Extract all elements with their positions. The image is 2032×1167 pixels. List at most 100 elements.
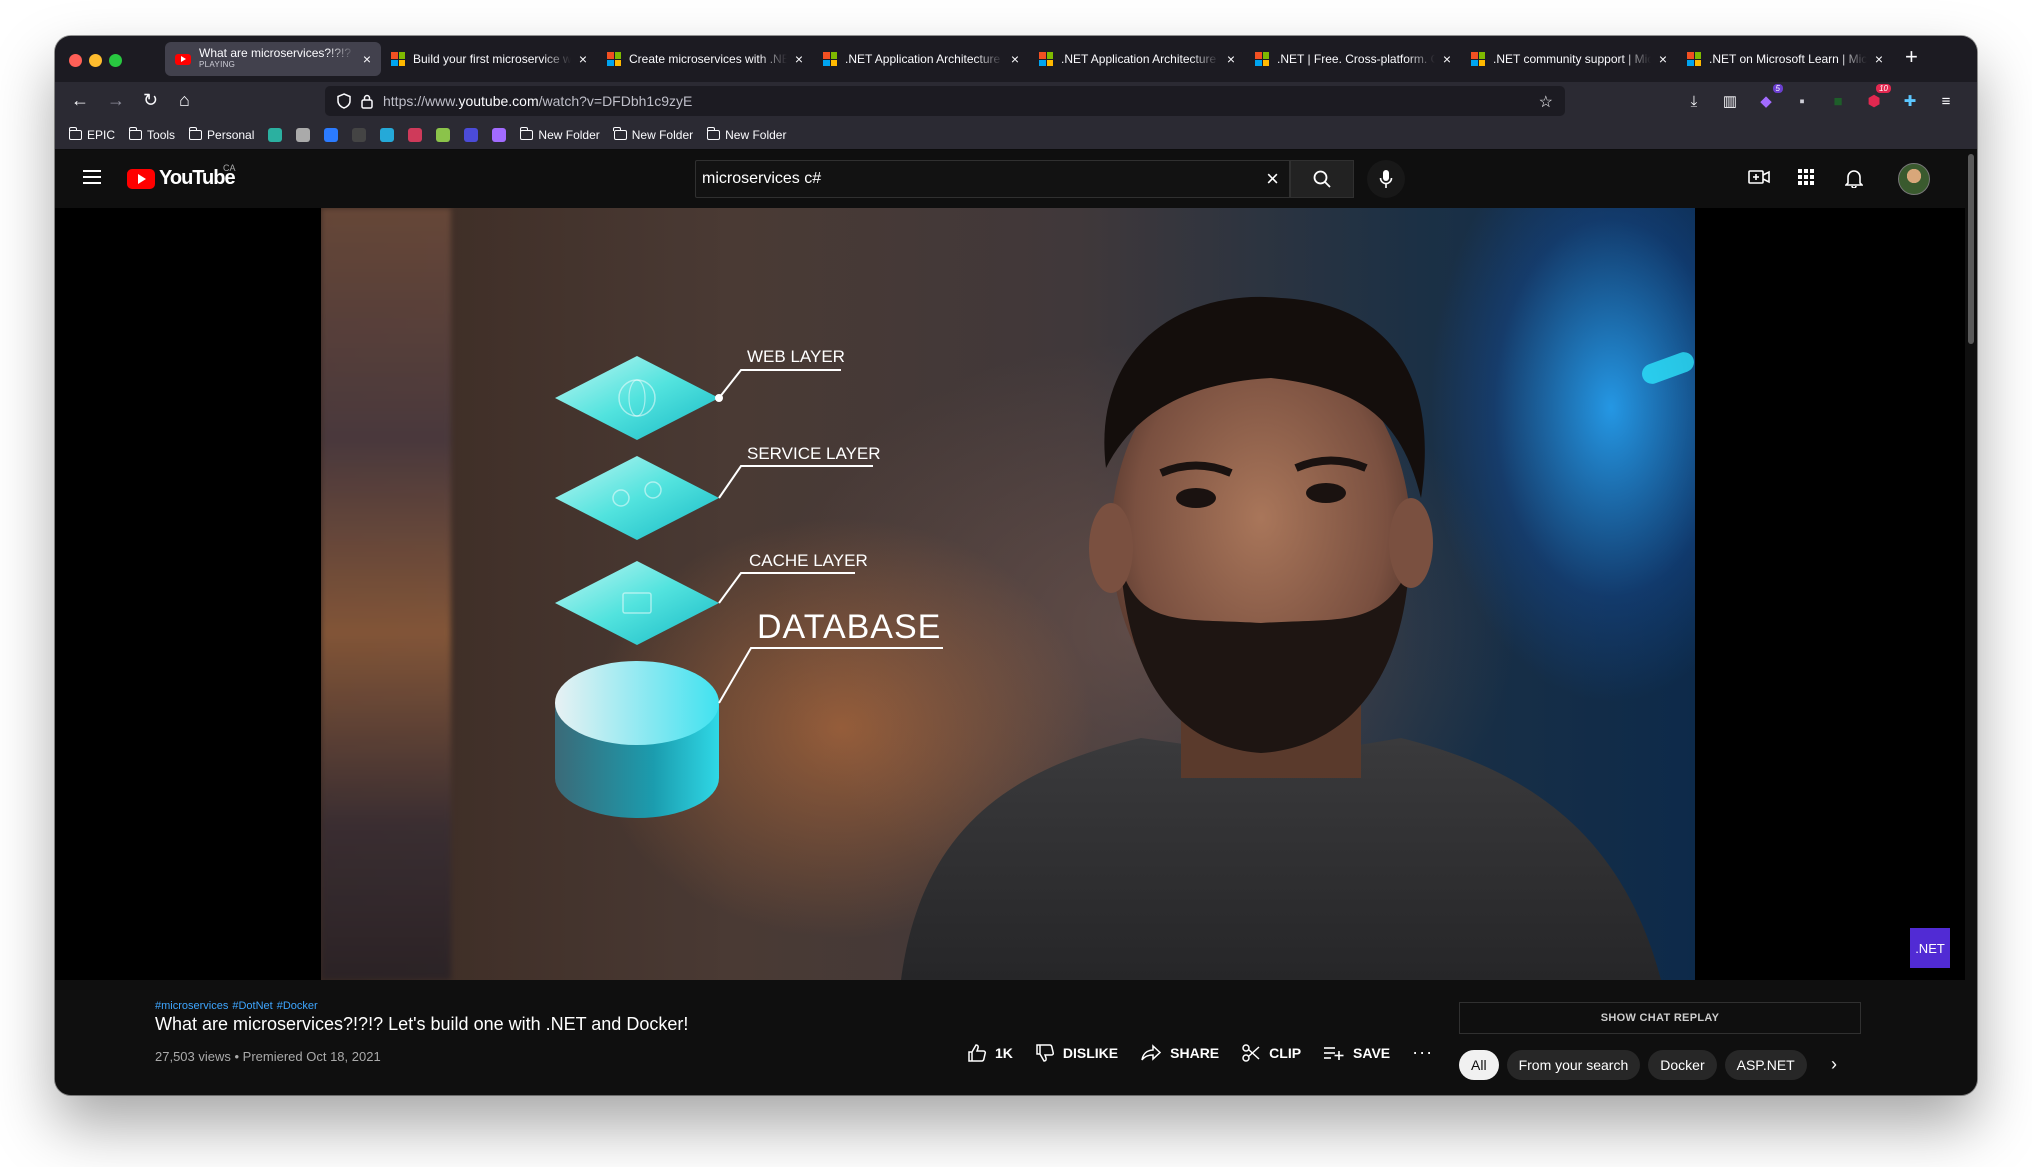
close-tab-icon[interactable]: × xyxy=(1227,51,1235,67)
chip-aspnet[interactable]: ASP.NET xyxy=(1724,1050,1807,1080)
save-button[interactable]: SAVE xyxy=(1323,1045,1390,1061)
bookmark-folder[interactable]: EPIC xyxy=(68,126,115,142)
tab-title: .NET | Free. Cross-platform. Open Source… xyxy=(1277,52,1435,66)
create-video-icon[interactable] xyxy=(1748,168,1770,192)
bookmark-star-icon[interactable]: ☆ xyxy=(1539,92,1553,112)
address-bar[interactable]: https://www.youtube.com/watch?v=DFDbh1c9… xyxy=(325,86,1565,116)
bookmarks-bar: EPIC Tools Personal New Folder New Folder New… xyxy=(55,120,1977,150)
bookmark-label: Tools xyxy=(147,127,176,142)
like-button[interactable]: 1K xyxy=(967,1043,1013,1063)
close-tab-icon[interactable]: × xyxy=(1875,51,1883,67)
clip-button[interactable]: CLIP xyxy=(1241,1043,1301,1063)
bookmark-shortcut[interactable] xyxy=(464,127,479,142)
bookmark-folder[interactable]: New Folder xyxy=(706,126,786,142)
close-tab-icon[interactable]: × xyxy=(363,51,371,67)
browser-tab[interactable]: .NET | Free. Cross-platform. Open Source… xyxy=(1245,42,1461,76)
share-label: SHARE xyxy=(1170,1044,1220,1061)
app-menu-icon[interactable]: ≡ xyxy=(1937,93,1955,110)
bookmark-folder[interactable]: New Folder xyxy=(519,126,600,142)
close-tab-icon[interactable]: × xyxy=(1659,51,1667,67)
bookmark-folder[interactable]: New Folder xyxy=(613,126,693,142)
show-chat-replay-button[interactable]: SHOW CHAT REPLAY xyxy=(1459,1002,1861,1034)
tab-title: Create microservices with .NET and ASP.N… xyxy=(629,52,787,66)
shield-icon[interactable] xyxy=(337,93,351,109)
extension-puzzle-icon[interactable]: ✚ xyxy=(1901,92,1919,110)
back-button[interactable]: ← xyxy=(71,90,89,110)
bookmark-folder[interactable]: Tools xyxy=(128,126,176,142)
notifications-bell-icon[interactable] xyxy=(1844,168,1864,194)
extension-green-icon[interactable]: ■ xyxy=(1829,93,1847,110)
adblock-icon[interactable]: ⬢ 10 xyxy=(1865,84,1891,110)
page-scrollbar[interactable] xyxy=(1965,150,1977,1095)
extension-dots-icon[interactable]: ▪ xyxy=(1793,93,1811,110)
lock-icon[interactable] xyxy=(361,94,373,109)
scrollbar-thumb[interactable] xyxy=(1968,154,1974,344)
bookmark-favicon-icon xyxy=(408,127,423,142)
reload-button[interactable]: ↻ xyxy=(143,90,158,110)
more-actions-icon[interactable]: ··· xyxy=(1412,1042,1433,1063)
video-player[interactable]: WEB LAYER SERVICE LAYER CACHE LAYER DATA… xyxy=(55,208,1965,980)
clear-search-icon[interactable]: × xyxy=(1266,166,1279,192)
zoom-window-button[interactable] xyxy=(109,54,122,67)
dotnet-watermark[interactable]: .NET xyxy=(1910,928,1950,968)
add-to-playlist-icon xyxy=(1324,1046,1344,1060)
forward-button[interactable]: → xyxy=(107,90,125,110)
close-tab-icon[interactable]: × xyxy=(1011,51,1019,67)
minimize-window-button[interactable] xyxy=(89,54,102,67)
close-tab-icon[interactable]: × xyxy=(579,51,587,67)
apps-grid-icon[interactable] xyxy=(1797,168,1815,192)
browser-tab[interactable]: What are microservices?!?!? Let's build … xyxy=(165,42,381,76)
close-tab-icon[interactable]: × xyxy=(1443,51,1451,67)
tab-title: .NET Application Architecture Guides xyxy=(1061,52,1219,66)
dislike-button[interactable]: DISLIKE xyxy=(1035,1043,1118,1063)
bookmark-shortcut[interactable] xyxy=(380,127,395,142)
navigation-bar: ← → ↻ ⌂ https://www.youtube.com/watch?v=… xyxy=(55,82,1977,120)
youtube-play-icon xyxy=(127,168,155,189)
browser-tab[interactable]: .NET Application Architecture Guides × xyxy=(1029,42,1245,76)
bookmark-shortcut[interactable] xyxy=(268,127,283,142)
extension-icon[interactable]: ◆ 5 xyxy=(1757,84,1783,110)
bookmark-shortcut[interactable] xyxy=(436,127,451,142)
service-layer-tile xyxy=(555,456,873,540)
new-tab-button[interactable]: + xyxy=(1905,46,1918,68)
voice-search-button[interactable] xyxy=(1367,160,1405,198)
search-button[interactable] xyxy=(1290,160,1354,198)
tab-title: Build your first microservice with .NET xyxy=(413,52,571,66)
account-avatar[interactable] xyxy=(1898,163,1930,195)
guide-menu-icon[interactable] xyxy=(83,170,101,184)
chip-all[interactable]: All xyxy=(1459,1050,1499,1080)
bookmark-shortcut[interactable] xyxy=(324,127,339,142)
database-cylinder xyxy=(555,647,943,818)
bookmark-folder[interactable]: Personal xyxy=(188,126,254,142)
bookmark-shortcut[interactable] xyxy=(408,127,423,142)
hashtag-link[interactable]: #Docker xyxy=(277,1000,318,1012)
microsoft-favicon-icon xyxy=(1039,52,1053,66)
bookmark-shortcut[interactable] xyxy=(296,127,311,142)
browser-tab[interactable]: Create microservices with .NET and ASP.N… xyxy=(597,42,813,76)
bookmark-shortcut[interactable] xyxy=(352,127,367,142)
home-button[interactable]: ⌂ xyxy=(179,90,190,110)
downloads-icon[interactable]: ⤓ xyxy=(1685,93,1703,110)
browser-tab[interactable]: .NET community support | Microsoft × xyxy=(1461,42,1677,76)
browser-tab[interactable]: .NET on Microsoft Learn | Microsoft × xyxy=(1677,42,1893,76)
close-tab-icon[interactable]: × xyxy=(795,51,803,67)
video-frame[interactable]: WEB LAYER SERVICE LAYER CACHE LAYER DATA… xyxy=(321,208,1695,980)
sidebar-icon[interactable]: ▥ xyxy=(1721,92,1739,110)
bookmark-shortcut[interactable] xyxy=(492,127,507,142)
youtube-header: YouTube CA × xyxy=(55,150,1965,208)
chip-from-your-search[interactable]: From your search xyxy=(1506,1050,1641,1080)
search-icon xyxy=(1313,170,1331,188)
hashtag-link[interactable]: #DotNet xyxy=(232,1000,272,1012)
browser-tab[interactable]: .NET Application Architecture Guides × xyxy=(813,42,1029,76)
microsoft-favicon-icon xyxy=(1471,52,1485,66)
search-input[interactable] xyxy=(702,170,1267,188)
close-window-button[interactable] xyxy=(69,54,82,67)
hashtag-link[interactable]: #microservices xyxy=(155,1000,228,1012)
browser-tab[interactable]: Build your first microservice with .NET × xyxy=(381,42,597,76)
microphone-icon xyxy=(1379,170,1393,188)
chips-next-arrow-icon[interactable]: › xyxy=(1831,1054,1837,1075)
tab-playing-label: PLAYING xyxy=(199,60,236,69)
youtube-logo[interactable]: YouTube xyxy=(127,167,236,190)
chip-docker[interactable]: Docker xyxy=(1648,1050,1717,1080)
share-button[interactable]: SHARE xyxy=(1140,1043,1220,1062)
